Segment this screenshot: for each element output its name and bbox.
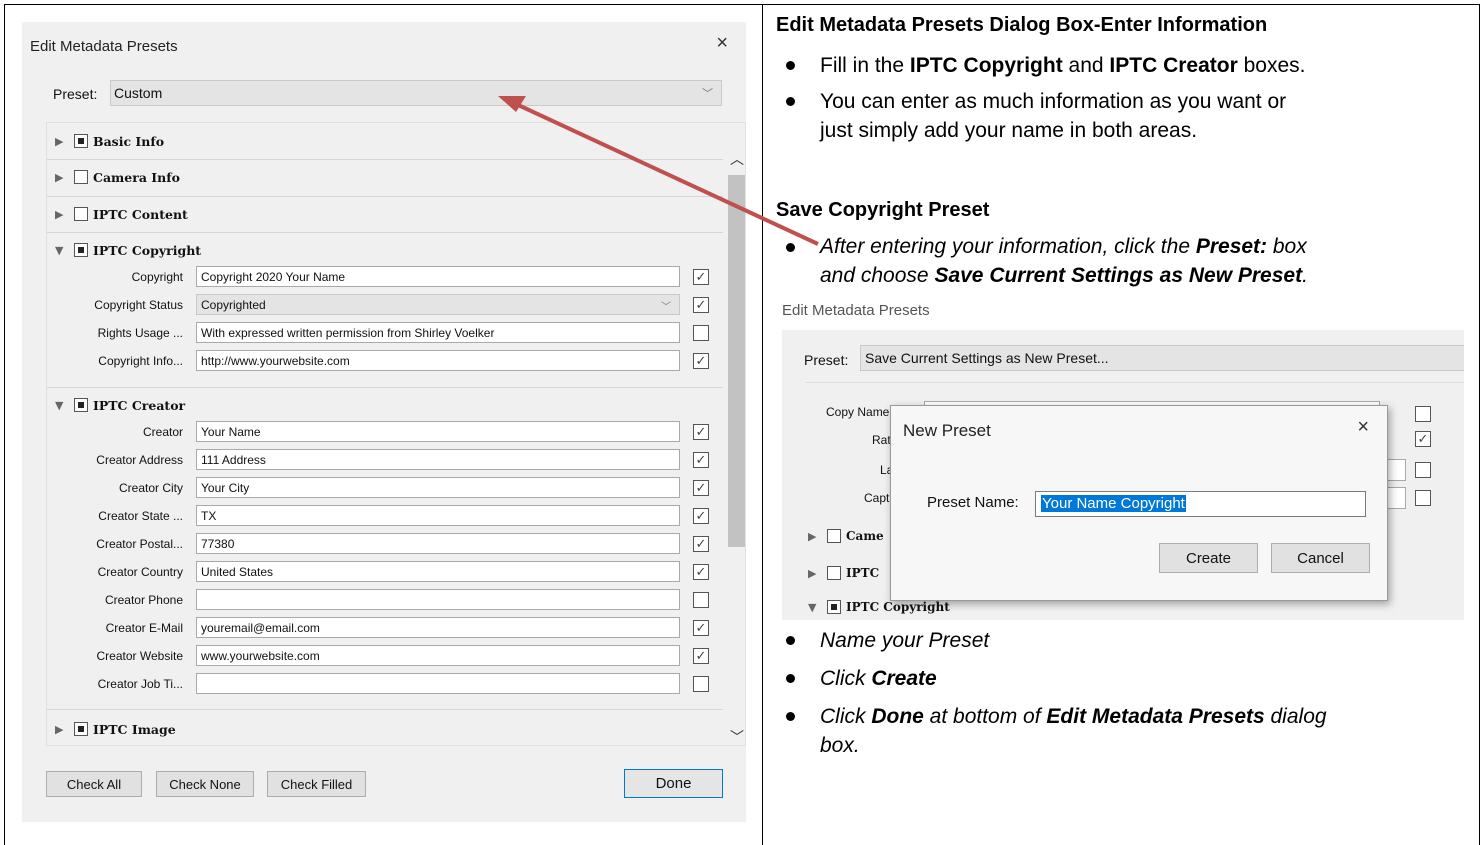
arrow-head: [498, 96, 526, 112]
arrow-shaft: [515, 102, 819, 246]
annotation-arrow: [498, 96, 819, 246]
